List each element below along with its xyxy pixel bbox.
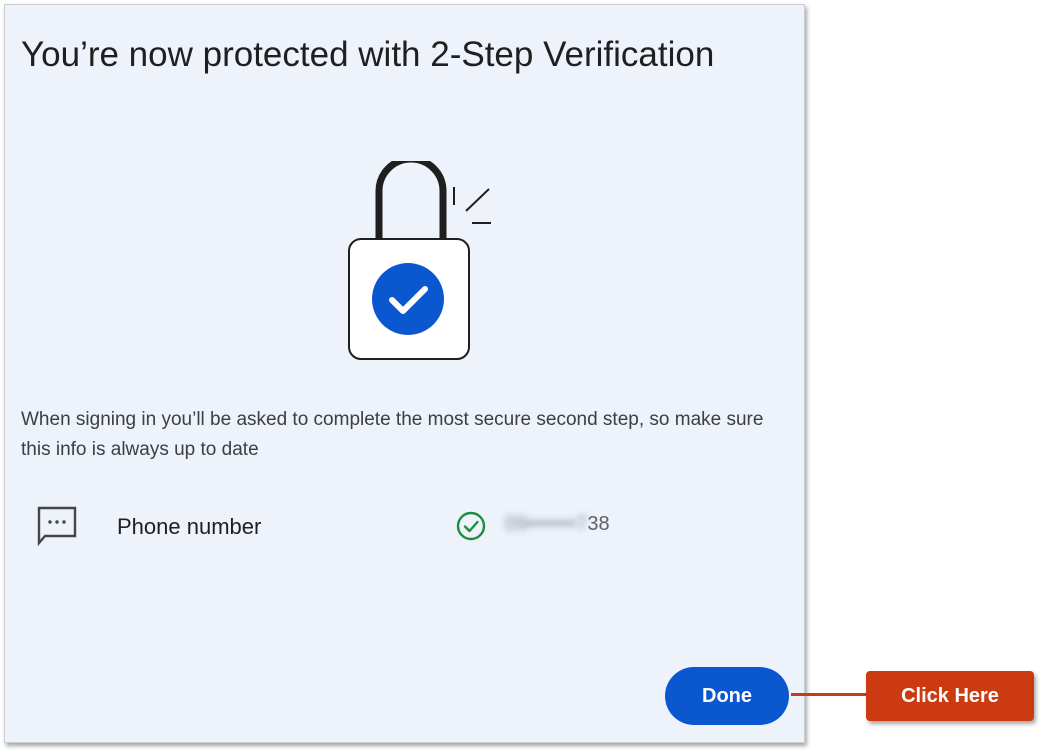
done-button[interactable]: Done	[665, 667, 789, 725]
dialog-description: When signing in you’ll be asked to compl…	[21, 409, 764, 460]
phone-number-visible-digits: 38	[587, 513, 610, 535]
page: You’re now protected with 2-Step Verific…	[0, 0, 1046, 753]
lock-check-icon	[341, 155, 493, 363]
check-circle-icon	[455, 510, 487, 542]
click-here-callout: Click Here	[866, 671, 1034, 721]
phone-number-method-row: Phone number 09•••••••738	[35, 503, 775, 549]
two-step-confirmation-dialog: You’re now protected with 2-Step Verific…	[4, 4, 805, 743]
phone-number-value: 09•••••••738	[505, 513, 610, 536]
message-icon	[35, 503, 79, 547]
dialog-title: You’re now protected with 2-Step Verific…	[21, 35, 715, 74]
phone-number-redacted: 09•••••••7	[505, 513, 588, 535]
method-label: Phone number	[117, 514, 262, 539]
callout-connector-line	[791, 693, 867, 696]
